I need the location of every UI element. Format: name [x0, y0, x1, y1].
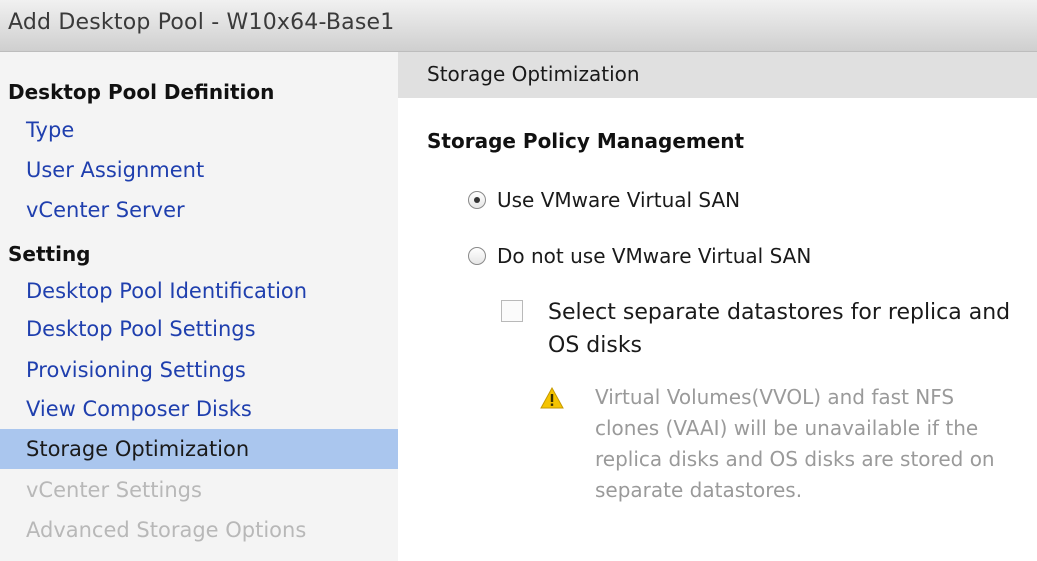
sidebar-item-view-composer-disks[interactable]: View Composer Disks: [0, 389, 398, 429]
sidebar-item-user-assignment[interactable]: User Assignment: [0, 150, 398, 190]
sidebar-item-advanced-storage-options: Advanced Storage Options: [26, 518, 307, 542]
radio-button-unselected[interactable]: [468, 247, 486, 265]
warning-icon: [540, 387, 564, 409]
wizard-content: Storage Optimization Storage Policy Mana…: [398, 52, 1037, 561]
window-title: Add Desktop Pool - W10x64-Base1: [8, 10, 395, 35]
radio-use-vsan-label: Use VMware Virtual SAN: [497, 188, 741, 212]
separate-datastores-checkbox[interactable]: [501, 300, 523, 322]
radio-dot: [474, 197, 480, 203]
section-header: Storage Optimization: [398, 52, 1037, 98]
sidebar-item-desktop-pool-settings[interactable]: Desktop Pool Settings: [0, 309, 398, 349]
window-titlebar: Add Desktop Pool - W10x64-Base1: [0, 0, 1037, 52]
sidebar-item-storage-optimization[interactable]: Storage Optimization: [0, 429, 398, 469]
radio-no-vsan-label: Do not use VMware Virtual SAN: [497, 244, 812, 268]
storage-policy-heading: Storage Policy Management: [427, 129, 745, 153]
sidebar-item-type[interactable]: Type: [0, 110, 398, 150]
separate-datastores-label: Select separate datastores for replica a…: [548, 300, 1011, 358]
wizard-sidebar: Desktop Pool Definition Type User Assign…: [0, 52, 398, 561]
warning-message: Virtual Volumes(VVOL) and fast NFS clone…: [595, 385, 995, 502]
radio-button-selected[interactable]: [468, 191, 486, 209]
sidebar-item-desktop-pool-identification[interactable]: Desktop Pool Identification: [0, 271, 398, 311]
section-title: Storage Optimization: [427, 62, 640, 86]
sidebar-group-desktop-pool-definition: Desktop Pool Definition: [8, 80, 275, 104]
sidebar-group-setting: Setting: [8, 242, 91, 266]
sidebar-item-vcenter-settings: vCenter Settings: [26, 478, 202, 502]
sidebar-item-vcenter-server[interactable]: vCenter Server: [0, 190, 398, 230]
sidebar-item-provisioning-settings[interactable]: Provisioning Settings: [0, 350, 398, 390]
